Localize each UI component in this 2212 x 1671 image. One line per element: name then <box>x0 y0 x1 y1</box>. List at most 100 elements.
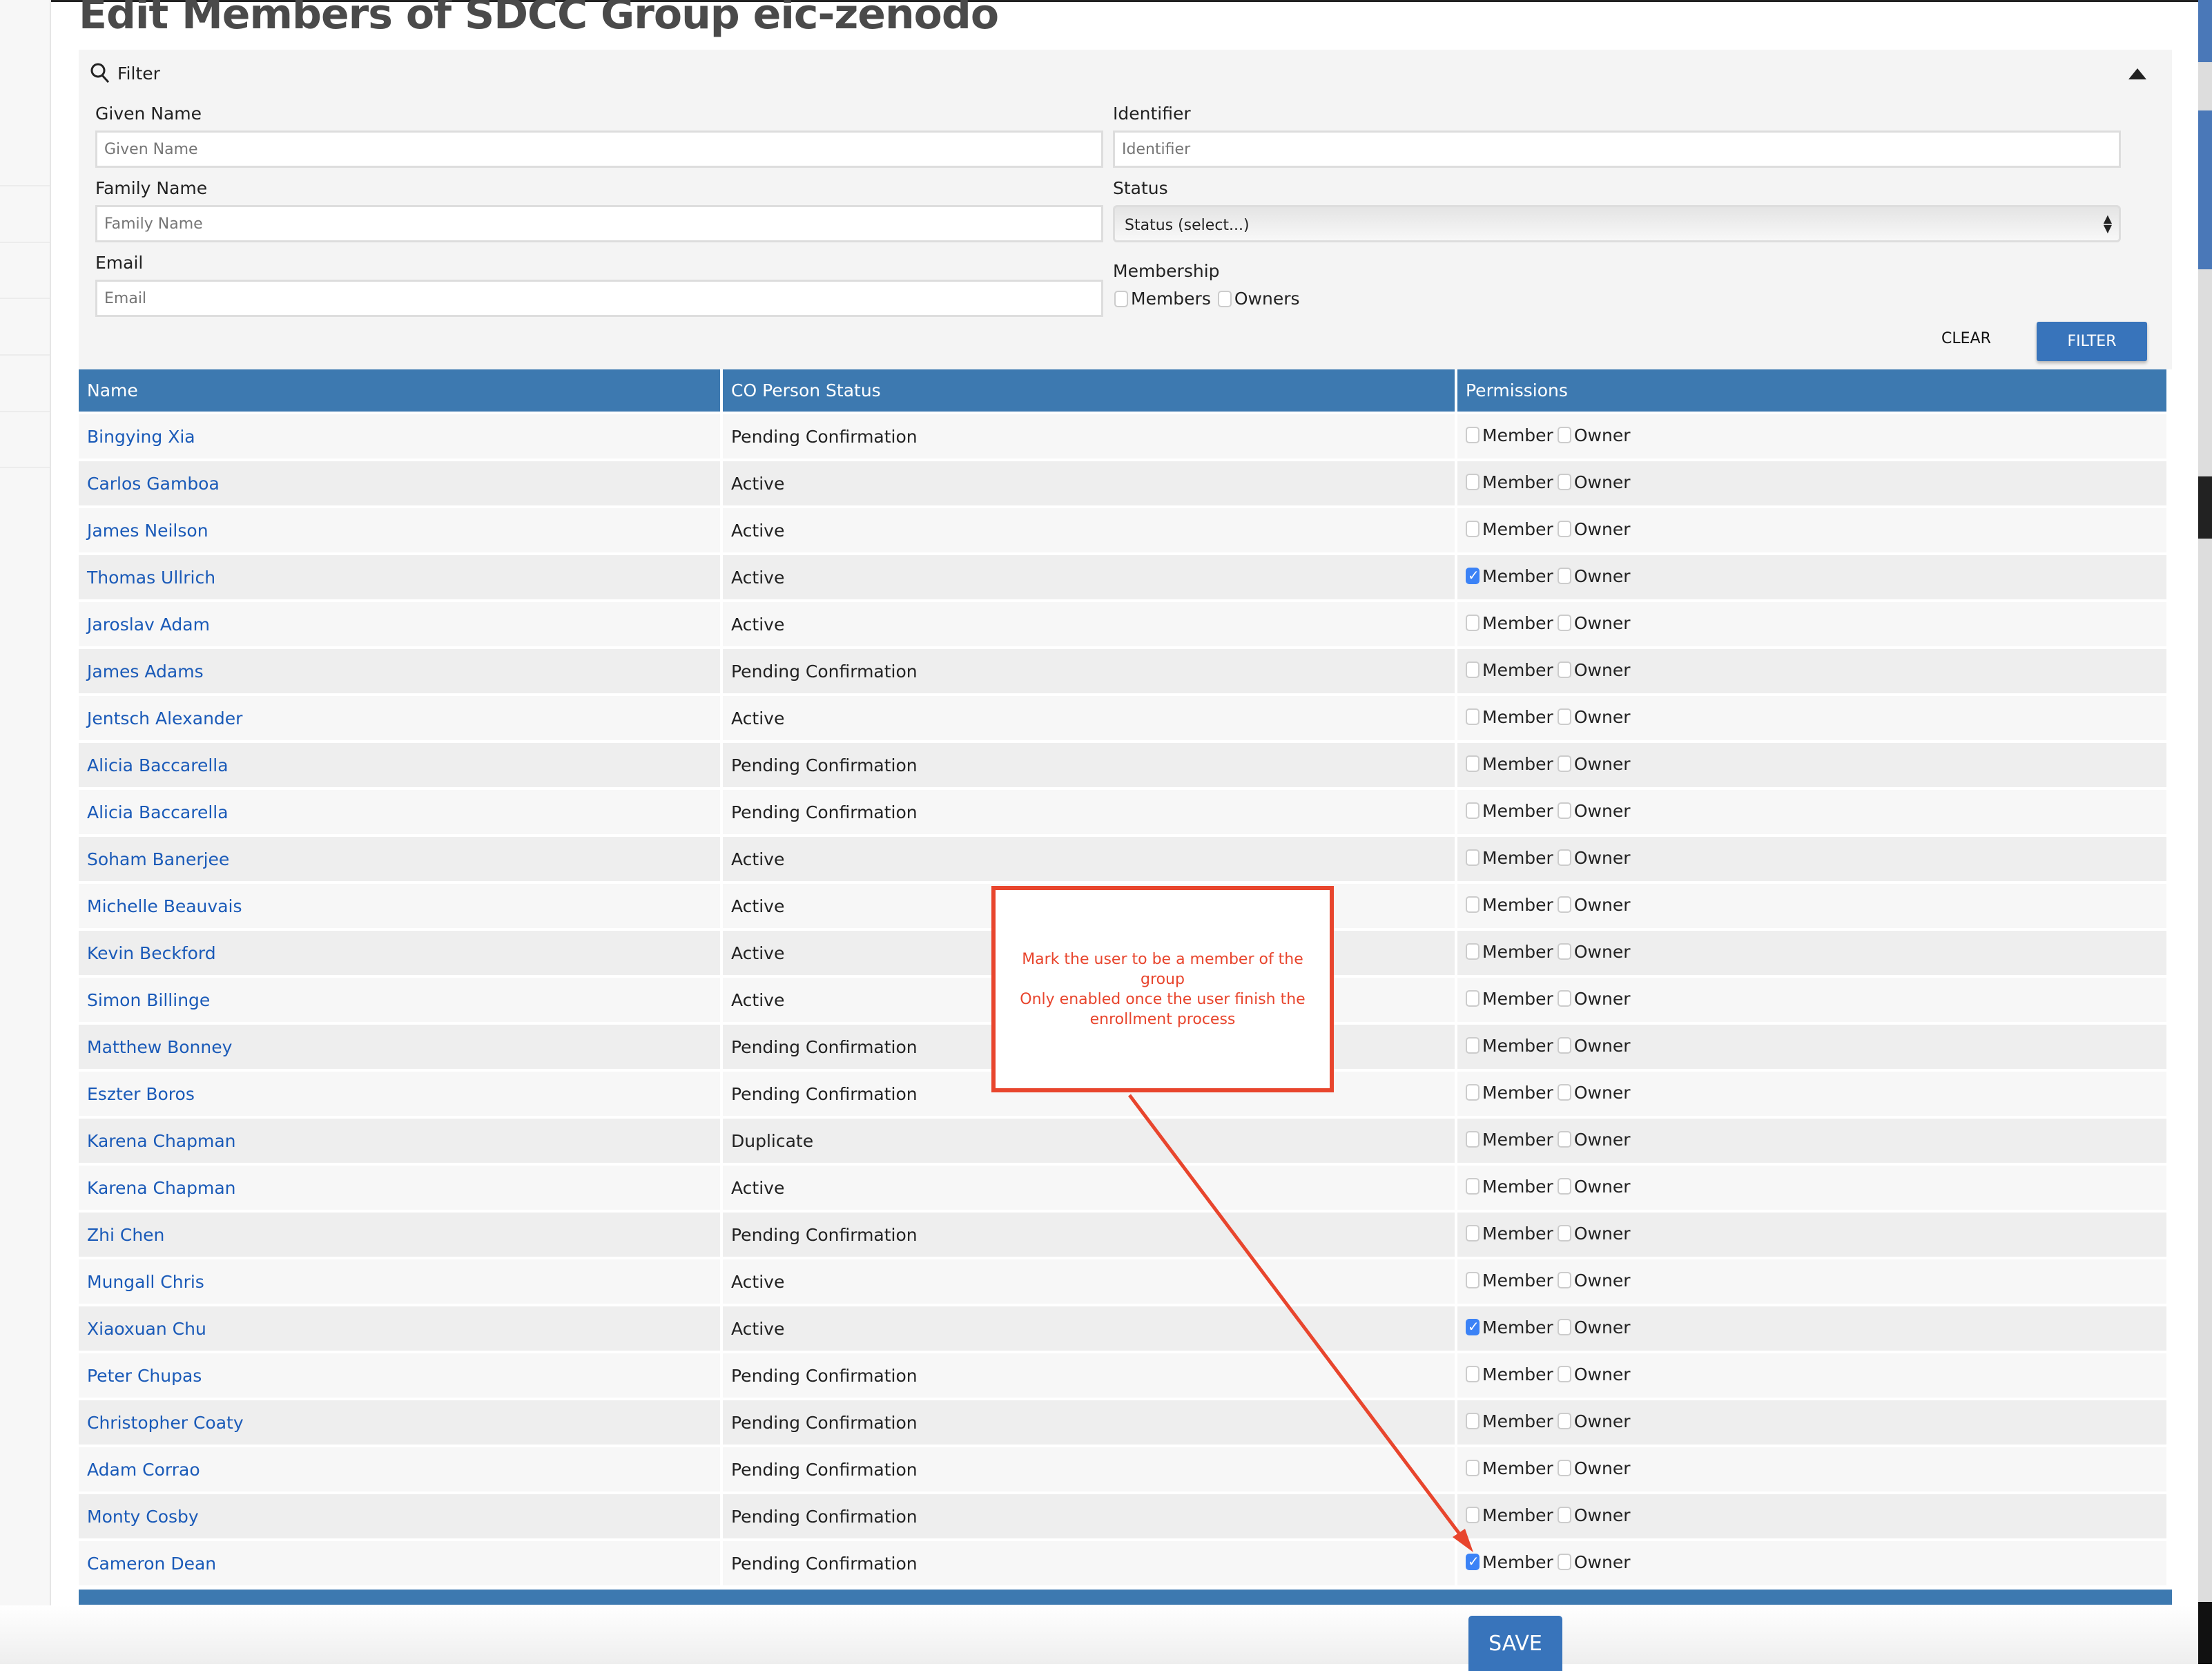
right-strip-block <box>2198 0 2212 62</box>
member-checkbox[interactable] <box>1466 615 1479 632</box>
member-checkbox[interactable] <box>1466 1507 1479 1524</box>
member-checkbox[interactable] <box>1466 427 1479 444</box>
owner-checkbox[interactable] <box>1557 1507 1571 1524</box>
given-name-input[interactable] <box>95 131 1103 168</box>
owner-checkbox[interactable] <box>1557 1319 1571 1336</box>
member-checkbox[interactable] <box>1466 1178 1479 1195</box>
owner-checkbox[interactable] <box>1557 474 1571 491</box>
member-name-link[interactable]: James Neilson <box>87 521 208 541</box>
filter-toggle[interactable]: Filter <box>90 62 160 84</box>
member-checkbox[interactable] <box>1466 1272 1479 1289</box>
member-name-link[interactable]: Christopher Coaty <box>87 1413 244 1433</box>
owner-checkbox[interactable] <box>1557 802 1571 820</box>
member-name-link[interactable]: Cameron Dean <box>87 1554 216 1574</box>
owner-checkbox[interactable] <box>1557 661 1571 679</box>
filter-button[interactable]: FILTER <box>2037 322 2147 361</box>
owner-checkbox[interactable] <box>1557 1413 1571 1430</box>
member-checkbox[interactable] <box>1466 896 1479 914</box>
owner-checkbox-label: Owner <box>1573 1364 1631 1384</box>
owner-checkbox[interactable] <box>1557 1460 1571 1477</box>
member-name-link[interactable]: Alicia Baccarella <box>87 755 229 775</box>
member-name-link[interactable]: James Adams <box>87 661 204 682</box>
member-name-link[interactable]: Soham Banerjee <box>87 849 229 869</box>
owner-checkbox[interactable] <box>1557 1225 1571 1242</box>
clear-button[interactable]: CLEAR <box>1941 330 1991 347</box>
member-checkbox[interactable] <box>1466 1366 1479 1383</box>
member-name-link[interactable]: Peter Chupas <box>87 1366 202 1386</box>
member-name-link[interactable]: Karena Chapman <box>87 1131 236 1151</box>
member-checkbox[interactable] <box>1466 521 1479 538</box>
owner-checkbox[interactable] <box>1557 1366 1571 1383</box>
owner-checkbox-label: Owner <box>1573 472 1631 492</box>
member-checkbox[interactable] <box>1466 1084 1479 1101</box>
scrollbar[interactable] <box>2198 0 2212 1664</box>
member-name-link[interactable]: Carlos Gamboa <box>87 474 220 494</box>
member-checkbox[interactable] <box>1466 802 1479 820</box>
member-name-link[interactable]: Monty Cosby <box>87 1507 199 1527</box>
member-checkbox-label: Member <box>1482 1505 1553 1525</box>
owner-checkbox[interactable] <box>1557 1037 1571 1054</box>
member-checkbox[interactable] <box>1466 474 1479 491</box>
member-name-link[interactable]: Kevin Beckford <box>87 943 216 963</box>
member-checkbox[interactable] <box>1466 1131 1479 1148</box>
family-name-input[interactable] <box>95 205 1103 242</box>
membership-label: Membership <box>1113 261 1220 281</box>
member-checkbox[interactable] <box>1466 755 1479 773</box>
member-name-link[interactable]: Xiaoxuan Chu <box>87 1319 206 1339</box>
member-checkbox[interactable] <box>1466 943 1479 960</box>
member-name-link[interactable]: Bingying Xia <box>87 427 195 447</box>
member-checkbox[interactable] <box>1466 990 1479 1007</box>
member-checkbox-label: Member <box>1482 1458 1553 1478</box>
member-checkbox[interactable] <box>1466 1460 1479 1477</box>
email-input[interactable] <box>95 280 1103 317</box>
owner-checkbox[interactable] <box>1557 1554 1571 1571</box>
member-name-link[interactable]: Adam Corrao <box>87 1460 200 1480</box>
collapse-triangle-icon[interactable] <box>2128 67 2147 81</box>
member-checkbox-label: Member <box>1482 1223 1553 1244</box>
member-checkbox[interactable] <box>1466 1553 1479 1571</box>
permissions-cell: Member Owner <box>1457 1072 2166 1116</box>
owner-checkbox[interactable] <box>1557 1178 1571 1195</box>
member-checkbox[interactable] <box>1466 708 1479 726</box>
owner-checkbox[interactable] <box>1557 755 1571 773</box>
members-checkbox[interactable] <box>1114 290 1128 307</box>
name-cell: Eszter Boros <box>79 1072 720 1116</box>
status-cell: Pending Confirmation <box>723 1353 1455 1398</box>
save-button[interactable]: SAVE <box>1468 1616 1562 1671</box>
member-checkbox[interactable] <box>1466 849 1479 867</box>
member-name-link[interactable]: Jaroslav Adam <box>87 615 210 635</box>
member-name-link[interactable]: Matthew Bonney <box>87 1037 232 1057</box>
owner-checkbox[interactable] <box>1557 615 1571 632</box>
member-name-link[interactable]: Thomas Ullrich <box>87 568 215 588</box>
member-name-link[interactable]: Michelle Beauvais <box>87 896 242 916</box>
member-name-link[interactable]: Simon Billinge <box>87 990 210 1010</box>
owner-checkbox[interactable] <box>1557 1084 1571 1101</box>
owner-checkbox[interactable] <box>1557 1131 1571 1148</box>
table-row: Cameron Dean Pending Confirmation Member… <box>79 1541 2166 1585</box>
member-name-link[interactable]: Jentsch Alexander <box>87 708 242 728</box>
member-checkbox[interactable] <box>1466 1225 1479 1242</box>
owner-checkbox[interactable] <box>1557 849 1571 867</box>
owner-checkbox[interactable] <box>1557 521 1571 538</box>
member-name-link[interactable]: Mungall Chris <box>87 1272 204 1292</box>
owners-checkbox[interactable] <box>1217 290 1232 307</box>
member-checkbox[interactable] <box>1466 1318 1479 1336</box>
identifier-input[interactable] <box>1113 131 2121 168</box>
owner-checkbox[interactable] <box>1557 896 1571 914</box>
member-name-link[interactable]: Alicia Baccarella <box>87 802 229 822</box>
owner-checkbox[interactable] <box>1557 990 1571 1007</box>
member-checkbox[interactable] <box>1466 1037 1479 1054</box>
owner-checkbox[interactable] <box>1557 708 1571 726</box>
member-name-link[interactable]: Karena Chapman <box>87 1178 236 1198</box>
member-name-link[interactable]: Eszter Boros <box>87 1084 195 1104</box>
member-checkbox[interactable] <box>1466 1413 1479 1430</box>
member-checkbox[interactable] <box>1466 661 1479 679</box>
member-checkbox[interactable] <box>1466 567 1479 585</box>
member-name-link[interactable]: Zhi Chen <box>87 1225 164 1245</box>
owner-checkbox[interactable] <box>1557 1272 1571 1289</box>
owner-checkbox[interactable] <box>1557 943 1571 960</box>
owner-checkbox[interactable] <box>1557 427 1571 444</box>
status-select[interactable]: Status (select...) ▲ ▼ <box>1113 205 2121 242</box>
status-cell: Pending Confirmation <box>723 1213 1455 1257</box>
owner-checkbox[interactable] <box>1557 568 1571 585</box>
